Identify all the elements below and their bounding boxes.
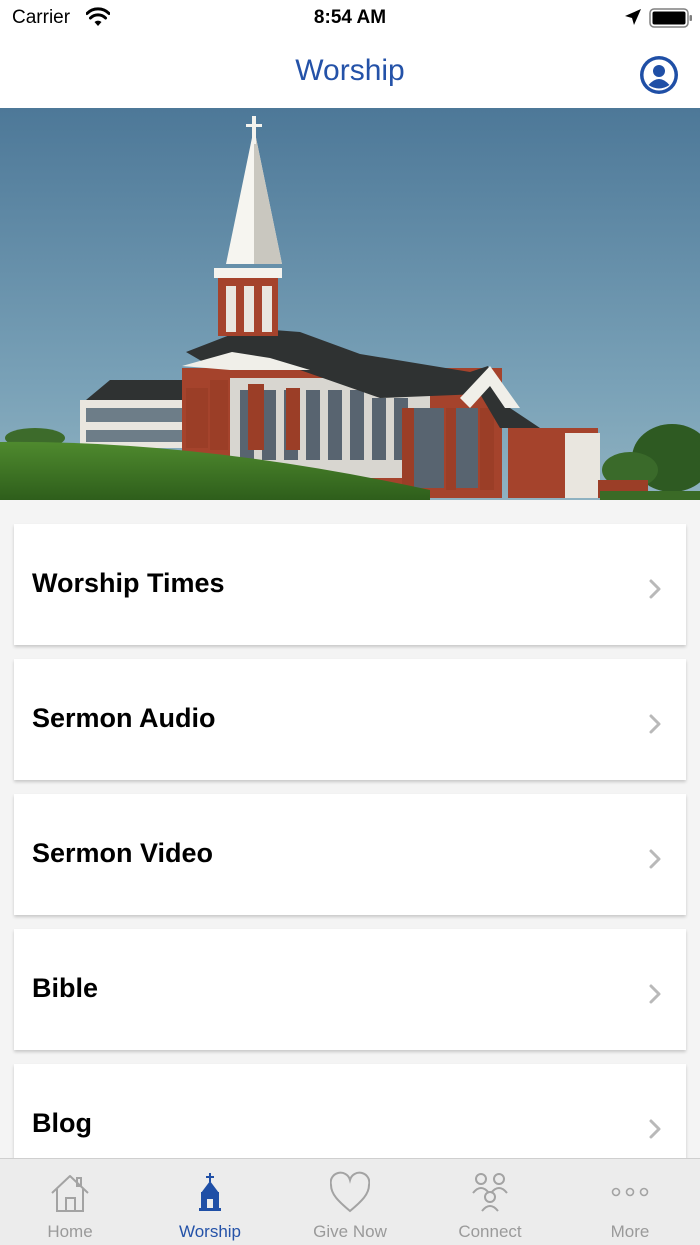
chevron-right-icon <box>649 849 661 869</box>
tab-home[interactable]: Home <box>0 1159 140 1245</box>
battery-icon <box>649 8 692 28</box>
navigation-bar: Worship <box>0 36 700 109</box>
list-item-label: Worship Times <box>32 568 225 598</box>
heart-icon <box>330 1171 370 1213</box>
tab-bar: Home Worship Give Now Connect More <box>0 1158 700 1245</box>
tab-label: Home <box>47 1222 93 1241</box>
chevron-right-icon <box>649 1119 661 1139</box>
people-icon <box>472 1173 508 1212</box>
list-item-label: Bible <box>32 973 99 1003</box>
list-item-sermon-audio[interactable]: Sermon Audio <box>14 659 686 780</box>
tab-worship[interactable]: Worship <box>140 1159 280 1245</box>
tab-label: Worship <box>178 1222 242 1241</box>
tab-label: Give Now <box>313 1222 387 1241</box>
home-icon <box>51 1175 89 1212</box>
tab-connect[interactable]: Connect <box>420 1159 560 1245</box>
chevron-right-icon <box>649 579 661 599</box>
clock: 8:54 AM <box>313 7 387 28</box>
list-item-label: Sermon Video <box>32 838 214 868</box>
page-title: Worship <box>295 54 405 87</box>
tab-more[interactable]: More <box>560 1159 700 1245</box>
church-icon <box>199 1173 221 1211</box>
chevron-right-icon <box>649 714 661 734</box>
list-item-label: Sermon Audio <box>32 703 216 733</box>
profile-icon[interactable] <box>639 55 679 95</box>
list-item-bible[interactable]: Bible <box>14 929 686 1050</box>
status-bar: Carrier 8:54 AM <box>0 0 700 36</box>
tab-label: Connect <box>458 1222 522 1241</box>
church-hero-image <box>0 108 700 500</box>
list-item-worship-times[interactable]: Worship Times <box>14 524 686 645</box>
list-item-sermon-video[interactable]: Sermon Video <box>14 794 686 915</box>
location-arrow-icon <box>625 9 641 25</box>
more-icon <box>611 1187 649 1197</box>
tab-give-now[interactable]: Give Now <box>280 1159 420 1245</box>
chevron-right-icon <box>649 984 661 1004</box>
tab-label: More <box>610 1222 650 1241</box>
list-item-label: Blog <box>32 1108 92 1138</box>
